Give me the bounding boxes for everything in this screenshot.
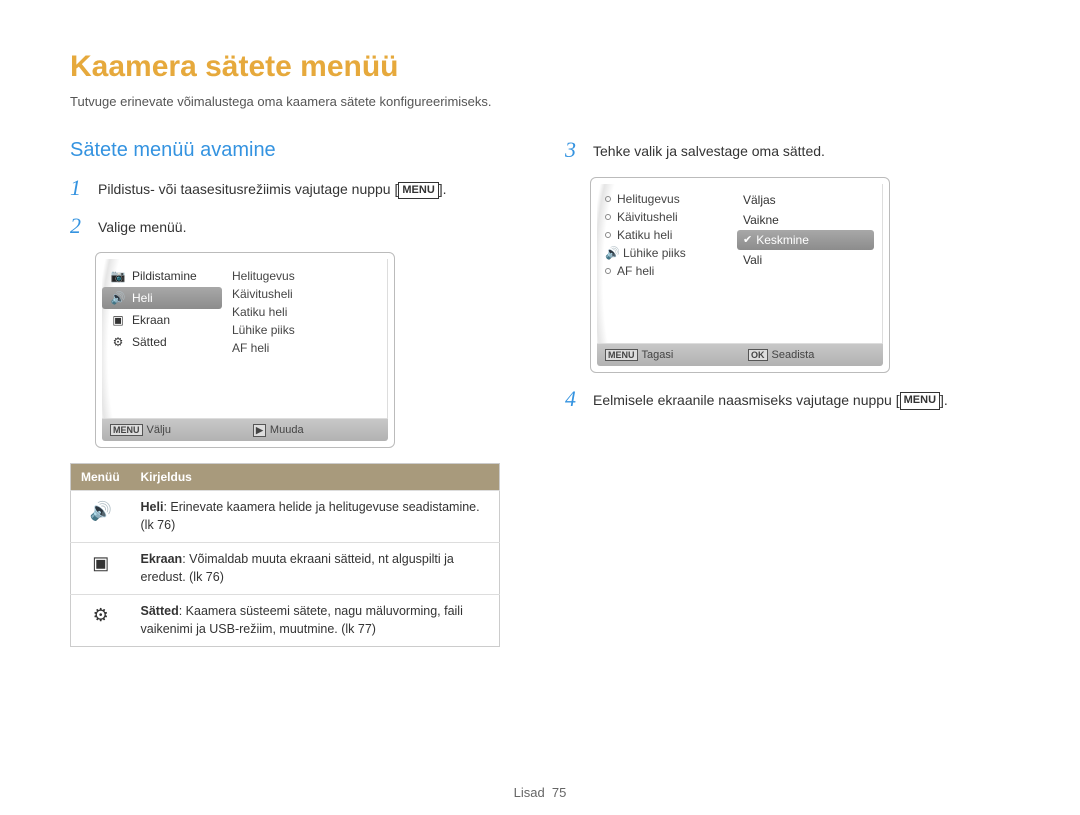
table-row: ⚙ Sätted: Kaamera süsteemi sätete, nagu … xyxy=(71,595,500,647)
step-1-body: Pildistus- või taasesitusrežiimis vajuta… xyxy=(98,181,398,197)
lcd2-left-list: Helitugevus Käivitusheli Katiku heli 🔊 Lü… xyxy=(605,190,686,280)
option-item: Vaikne xyxy=(737,210,874,230)
sound-icon: 🔊 xyxy=(605,246,617,260)
step-4-after: ]. xyxy=(940,392,948,408)
lcd-right-submenu: Helitugevus Käivitusheli Katiku heli Lüh… xyxy=(232,267,381,357)
menu-label-icon: MENU xyxy=(110,424,143,436)
page-title: Kaamera sätete menüü xyxy=(70,50,1010,84)
option-item: Vali xyxy=(737,250,874,270)
step-4: 4 Eelmisele ekraanile naasmiseks vajutag… xyxy=(565,388,1010,411)
menu-item-pildistamine: Pildistamine xyxy=(132,269,197,283)
arrow-right-icon: ▶ xyxy=(253,424,266,437)
step-1-text: Pildistus- või taasesitusrežiimis vajuta… xyxy=(98,177,447,200)
sound-icon: 🔊 xyxy=(71,491,131,543)
ok-label-icon: OK xyxy=(748,349,768,361)
bullet-icon xyxy=(605,232,611,238)
list-item: Helitugevus xyxy=(617,192,680,206)
sound-icon: 🔊 xyxy=(110,291,126,305)
lcd-bottom-bar: MENU Tagasi OK Seadista xyxy=(597,344,883,366)
step-2: 2 Valige menüü. xyxy=(70,215,515,238)
option-item: Väljas xyxy=(737,190,874,210)
row-title: Heli xyxy=(141,500,164,514)
display-icon: ▣ xyxy=(110,313,126,327)
row-text: : Võimaldab muuta ekraani sätteid, nt al… xyxy=(141,552,454,584)
menu-item-ekraan: Ekraan xyxy=(132,313,170,327)
submenu-item: Lühike piiks xyxy=(232,321,381,339)
lcd2-right-options: Väljas Vaikne ✔ Keskmine Vali xyxy=(737,190,874,270)
step-2-text: Valige menüü. xyxy=(98,215,186,238)
bullet-icon xyxy=(605,196,611,202)
submenu-item: Helitugevus xyxy=(232,267,381,285)
table-header-desc: Kirjeldus xyxy=(131,464,500,491)
footer-label: Lisad xyxy=(514,785,545,800)
gear-icon: ⚙ xyxy=(110,335,126,349)
submenu-item: Käivitusheli xyxy=(232,285,381,303)
bullet-icon xyxy=(605,268,611,274)
right-column: 3 Tehke valik ja salvestage oma sätted. … xyxy=(565,139,1010,647)
menu-button-icon: MENU xyxy=(398,182,438,199)
submenu-item: Katiku heli xyxy=(232,303,381,321)
lcd-setting-screenshot: Helitugevus Käivitusheli Katiku heli 🔊 Lü… xyxy=(590,177,890,373)
table-row: 🔊 Heli: Erinevate kaamera helide ja heli… xyxy=(71,491,500,543)
checkmark-icon: ✔ xyxy=(743,233,752,246)
menu-item-heli: Heli xyxy=(132,291,153,305)
lcd-exit-label: Välju xyxy=(147,424,171,436)
list-item: Katiku heli xyxy=(617,228,672,242)
table-header-menu: Menüü xyxy=(71,464,131,491)
menu-description-table: Menüü Kirjeldus 🔊 Heli: Erinevate kaamer… xyxy=(70,463,500,647)
footer-page-number: 75 xyxy=(552,785,566,800)
camera-icon: 📷 xyxy=(110,269,126,283)
lcd-back-label: Tagasi xyxy=(642,349,674,361)
menu-button-icon: MENU xyxy=(900,392,940,409)
step-4-text: Eelmisele ekraanile naasmiseks vajutage … xyxy=(593,388,948,411)
step-1: 1 Pildistus- või taasesitusrežiimis vaju… xyxy=(70,177,515,200)
row-title: Sätted xyxy=(141,604,179,618)
step-3: 3 Tehke valik ja salvestage oma sätted. xyxy=(565,139,1010,162)
option-label: Keskmine xyxy=(756,233,809,247)
list-item: Lühike piiks xyxy=(623,246,686,260)
row-text: : Kaamera süsteemi sätete, nagu mäluvorm… xyxy=(141,604,463,636)
row-text: : Erinevate kaamera helide ja helitugevu… xyxy=(141,500,480,532)
step-number: 3 xyxy=(565,139,583,161)
display-icon: ▣ xyxy=(71,543,131,595)
menu-label-icon: MENU xyxy=(605,349,638,361)
left-column: Sätete menüü avamine 1 Pildistus- või ta… xyxy=(70,139,515,647)
step-1-after: ]. xyxy=(439,181,447,197)
content-columns: Sätete menüü avamine 1 Pildistus- või ta… xyxy=(70,139,1010,647)
step-number: 2 xyxy=(70,215,88,237)
step-number: 1 xyxy=(70,177,88,199)
step-number: 4 xyxy=(565,388,583,410)
section-title: Sätete menüü avamine xyxy=(70,139,515,162)
lcd-left-menu: 📷 Pildistamine 🔊 Heli ▣ Ekraan ⚙ Sätted xyxy=(102,265,222,353)
step-3-text: Tehke valik ja salvestage oma sätted. xyxy=(593,139,825,162)
bullet-icon xyxy=(605,214,611,220)
list-item: Käivitusheli xyxy=(617,210,678,224)
option-item-selected: ✔ Keskmine xyxy=(737,230,874,250)
gear-icon: ⚙ xyxy=(71,595,131,647)
menu-item-satted: Sätted xyxy=(132,335,167,349)
step-4-body: Eelmisele ekraanile naasmiseks vajutage … xyxy=(593,392,900,408)
list-item: AF heli xyxy=(617,264,654,278)
row-title: Ekraan xyxy=(141,552,183,566)
lcd-change-label: Muuda xyxy=(270,424,304,436)
lcd-bottom-bar: MENU Välju ▶ Muuda xyxy=(102,419,388,441)
lcd-menu-screenshot: 📷 Pildistamine 🔊 Heli ▣ Ekraan ⚙ Sätted Heli… xyxy=(95,252,395,448)
intro-text: Tutvuge erinevate võimalustega oma kaame… xyxy=(70,94,1010,109)
page-footer: Lisad 75 xyxy=(0,785,1080,800)
submenu-item: AF heli xyxy=(232,339,381,357)
table-row: ▣ Ekraan: Võimaldab muuta ekraani sättei… xyxy=(71,543,500,595)
lcd-set-label: Seadista xyxy=(772,349,815,361)
